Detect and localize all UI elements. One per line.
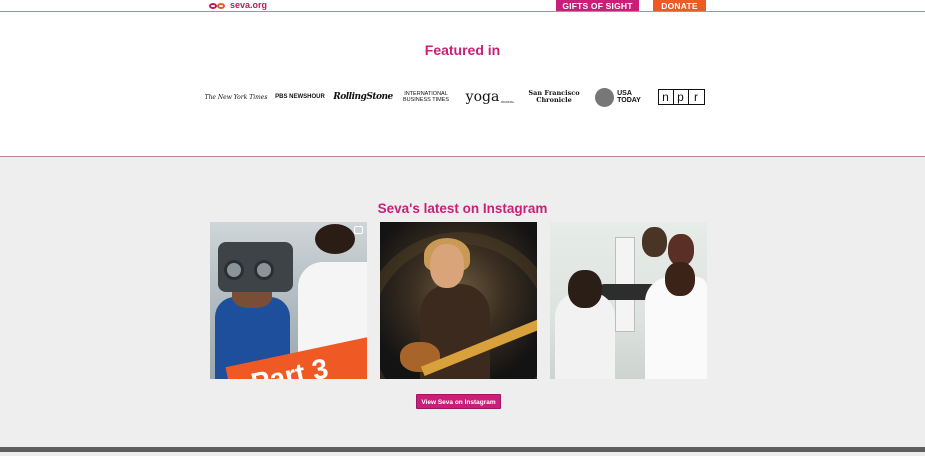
sfc-logo-line2: Chronicle [536,96,572,104]
pbs-newshour-logo: PBS NEWSHOUR [274,86,325,108]
npr-logo: n p r [656,86,706,108]
ibt-logo-line2: BUSINESS TIMES [402,97,450,103]
npr-letter-p: p [674,90,689,104]
site-header: seva.org GIFTS OF SIGHT DONATE [0,0,925,12]
npr-letter-n: n [659,90,674,104]
instagram-heading: Seva's latest on Instagram [377,201,548,216]
usa-today-logo: USA TODAY [593,86,643,108]
footer-divider [0,452,925,456]
ibt-logo: INTERNATIONAL BUSINESS TIMES [400,86,452,108]
instagram-post-eye-exam-child[interactable]: Part 3 [210,222,367,379]
nyt-logo: The New York Times [205,86,268,108]
rolling-stone-logo: RollingStone [333,86,393,108]
seva-logo[interactable]: seva.org [209,0,267,11]
usa-logo-line1: USA [617,90,632,97]
donate-button[interactable]: DONATE [653,0,706,11]
yoga-logo-text: yoga [465,89,500,105]
seva-eyes-icon [209,2,227,10]
npr-letter-r: r [694,90,698,104]
rolling-stone-logo-text: RollingStone [333,92,393,102]
usa-logo-line2: TODAY [617,97,641,104]
view-instagram-button[interactable]: View Seva on Instagram [416,394,501,409]
gifts-of-sight-button[interactable]: GIFTS OF SIGHT [556,0,639,11]
yoga-logo-sub: JOURNAL [500,100,515,104]
multi-photo-icon [354,226,363,234]
usa-today-circle-icon [595,87,615,107]
logo-text: seva.org [230,0,268,10]
yoga-journal-logo: yoga JOURNAL [465,86,515,108]
instagram-section: Seva's latest on Instagram Part 3 View S… [0,156,925,447]
featured-in-heading: Featured in [424,42,501,58]
instagram-post-guitarist[interactable] [380,222,537,379]
nyt-logo-text: The New York Times [204,93,268,101]
pbs-logo-text: PBS NEWSHOUR [275,94,325,100]
instagram-post-eye-clinic[interactable] [550,222,707,379]
sf-chronicle-logo: San Francisco Chronicle [528,86,580,108]
